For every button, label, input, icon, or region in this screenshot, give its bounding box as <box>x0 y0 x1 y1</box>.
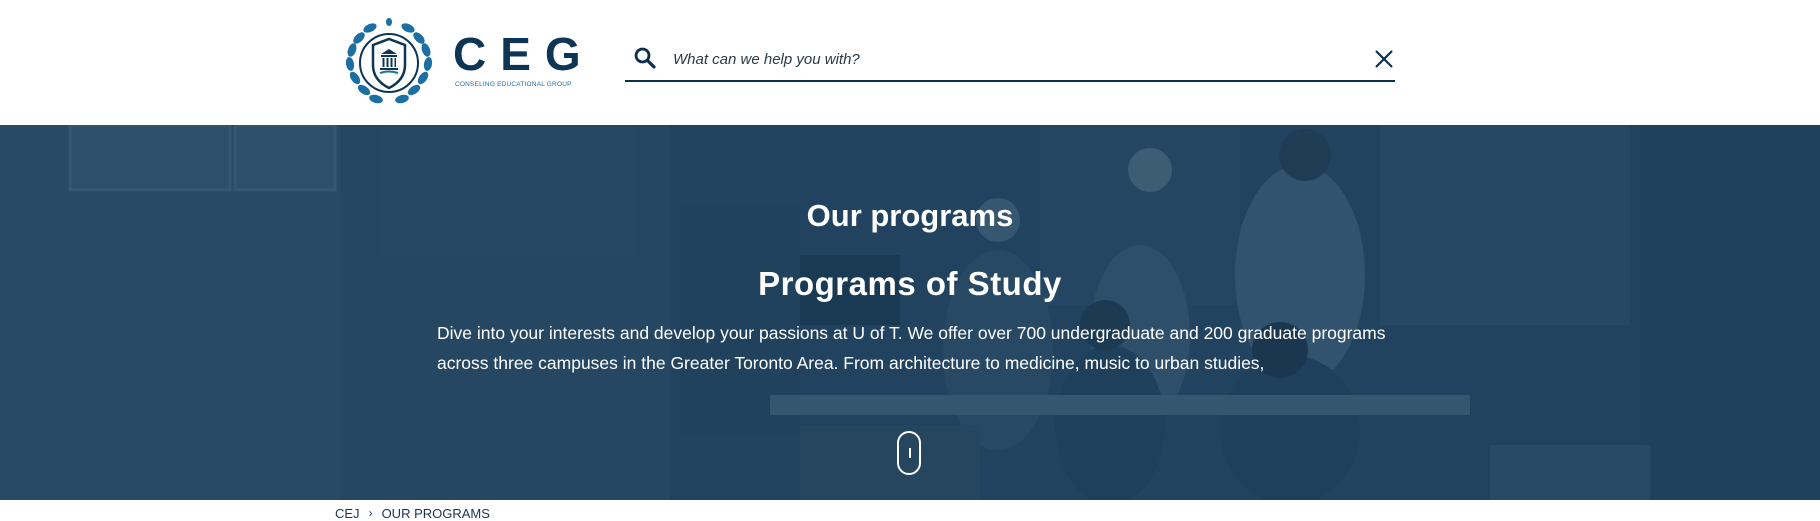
search-icon[interactable] <box>633 46 657 70</box>
hero-banner: Our programs Programs of Study Dive into… <box>0 125 1820 500</box>
close-icon[interactable] <box>1373 48 1395 70</box>
logo-tagline: CONSELING EDUCATIONAL GROUP <box>455 81 572 88</box>
search-input[interactable] <box>673 46 1323 72</box>
site-header: CEG CONSELING EDUCATIONAL GROUP <box>0 0 1820 125</box>
page-title: Programs of Study <box>758 265 1062 302</box>
logo-wordmark: CEG <box>453 28 595 80</box>
hero-eyebrow: Our programs <box>806 198 1014 233</box>
breadcrumb-item-current: OUR PROGRAMS <box>381 505 490 521</box>
breadcrumb: CEJ › OUR PROGRAMS <box>335 505 490 521</box>
laurel-shield-icon <box>345 18 433 104</box>
scroll-wheel <box>909 448 911 458</box>
breadcrumb-item-home[interactable]: CEJ <box>335 506 360 521</box>
hero-description: Dive into your interests and develop you… <box>437 323 1386 373</box>
logo[interactable]: CEG CONSELING EDUCATIONAL GROUP <box>343 18 583 108</box>
search-bar <box>625 40 1395 82</box>
chevron-right-icon: › <box>368 506 373 520</box>
mouse-scroll-icon[interactable] <box>897 431 921 475</box>
